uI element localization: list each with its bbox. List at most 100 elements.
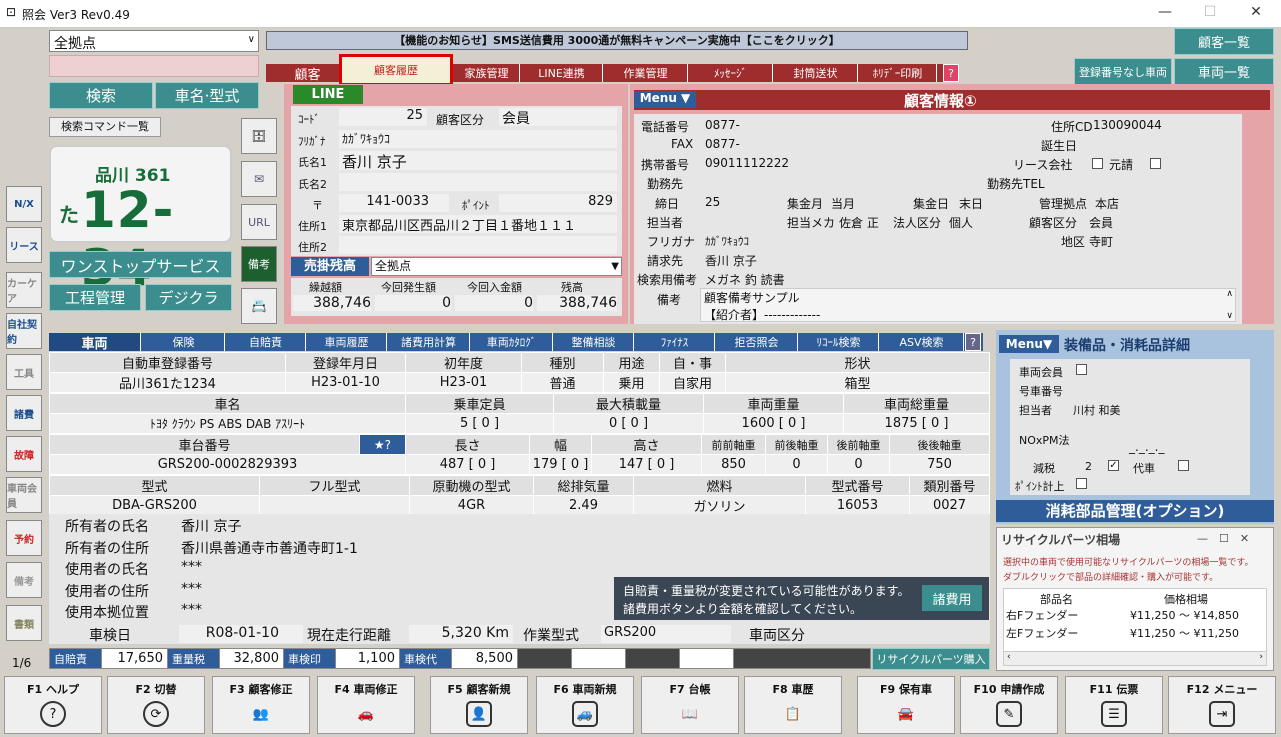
jcd-label: 住所CD (1051, 120, 1093, 134)
scroll-up-icon[interactable]: ∧ (1226, 289, 1233, 299)
tab-customer[interactable]: 顧客 (270, 64, 346, 83)
cinfo-menu-button[interactable]: Menu ▼ (634, 91, 696, 108)
scroll-down-icon[interactable]: ∨ (1226, 311, 1233, 321)
lease-icon[interactable]: リース (6, 227, 42, 263)
mail-icon[interactable]: ✉ (241, 161, 277, 197)
vehicle-help-icon[interactable]: ? (965, 333, 981, 351)
f5-customer-new-button[interactable]: F5 顧客新規 👤 (430, 676, 528, 734)
fees-button[interactable]: 諸費用 (922, 585, 982, 611)
no-reg-vehicle-button[interactable]: 登録番号なし車両 (1074, 58, 1172, 85)
close-button[interactable]: ✕ (1236, 4, 1276, 24)
tab-customer-history[interactable]: 顧客履歴 (339, 54, 453, 86)
tab-recall[interactable]: ﾘｺｰﾙ検索 (799, 333, 879, 351)
tab-holiday[interactable]: ﾎﾘﾃﾞｰ印刷 (859, 64, 937, 82)
help-icon[interactable]: ? (943, 64, 959, 82)
memo-icon[interactable]: 備考 (6, 562, 42, 598)
f8-history-button[interactable]: F8 車歴 📋 (744, 676, 842, 734)
vehicle-member-icon[interactable]: 車両会員 (6, 477, 42, 513)
tab-consult[interactable]: 整備相談 (554, 333, 634, 351)
memo-area[interactable]: 顧客備考サンプル 【紹介者】------------- ∧ ∨ (700, 288, 1236, 322)
tab-family[interactable]: 家族管理 (454, 64, 520, 82)
recycle-window-controls[interactable]: — ☐ ✕ (1197, 530, 1249, 546)
customer-list-button[interactable]: 顧客一覧 (1174, 28, 1274, 55)
fees-icon[interactable]: 諸費 (6, 395, 42, 431)
tab-finance[interactable]: ﾌｧｲﾅｽ (635, 333, 715, 351)
chassis-star-button[interactable]: ★? (359, 434, 406, 455)
own-contract-icon[interactable]: 自社契約 (6, 313, 42, 349)
search-input[interactable] (49, 55, 259, 77)
carcare-icon[interactable]: カーケア (6, 272, 42, 308)
f6-vehicle-new-button[interactable]: F6 車両新規 🚙 (536, 676, 634, 734)
tab-line[interactable]: LINE連携 (521, 64, 603, 82)
f9-owned-car-button[interactable]: F9 保有車 🚘 (857, 676, 955, 734)
notice-banner[interactable]: 【機能のお知らせ】SMS送信費用 3000通が無料キャンペーン実施中【ここをクリ… (266, 31, 968, 50)
recycle-row-part[interactable]: 右Fフェンダー (1006, 607, 1078, 623)
f12-menu-button[interactable]: F12 メニュー ⇥ (1168, 676, 1276, 734)
tab-cost-calc[interactable]: 諸費用計算 (388, 333, 470, 351)
substitute-car-checkbox[interactable] (1178, 460, 1189, 471)
recycle-row-price[interactable]: ¥11,250 ～ ¥14,850 (1130, 607, 1239, 623)
contact-card-icon[interactable]: 📇 (241, 288, 277, 324)
name1-label: 氏名1 (298, 156, 327, 169)
moto-checkbox[interactable] (1150, 158, 1161, 169)
store-select[interactable]: 全拠点 ∨ (49, 30, 259, 52)
code-label: ｺｰﾄﾞ (298, 113, 320, 126)
vehicle-member-checkbox[interactable] (1076, 364, 1087, 375)
bill-value: 香川 京子 (705, 254, 757, 268)
f4-vehicle-edit-button[interactable]: F4 車両修正 🚗 (317, 676, 415, 734)
tool-icon[interactable]: 工具 (6, 354, 42, 390)
tab-message[interactable]: ﾒｯｾｰｼﾞ (689, 64, 773, 82)
folder-icon[interactable]: 書類 (6, 605, 42, 641)
equip-menu-button[interactable]: Menu▼ (999, 335, 1059, 353)
ar-label: 売掛残高 (291, 257, 369, 276)
onestop-button[interactable]: ワンストップサービス (49, 251, 232, 278)
ar-value-carryover: 388,746 (293, 295, 371, 311)
tab-jibai[interactable]: 自賠責 (226, 333, 306, 351)
point-record-checkbox[interactable] (1076, 478, 1087, 489)
ar-value-balance: 388,746 (537, 295, 617, 311)
maximize-button[interactable]: ☐ (1190, 4, 1230, 24)
tab-asv[interactable]: ASV検索 (880, 333, 964, 351)
process-button[interactable]: 工程管理 (49, 284, 141, 311)
parts-management-button[interactable]: 消耗部品管理(オプション) (996, 500, 1274, 522)
tax-reduction-checkbox[interactable]: ✓ (1108, 460, 1119, 471)
database-icon[interactable]: 🗄 (241, 118, 277, 154)
tab-reject[interactable]: 拒否照会 (716, 333, 798, 351)
digicra-button[interactable]: デジクラ (145, 284, 232, 311)
breakdown-icon[interactable]: 故障 (6, 436, 42, 472)
lease-checkbox[interactable] (1092, 158, 1103, 169)
mechanic-value: 佐倉 正 (839, 216, 879, 230)
recycle-purchase-button[interactable]: リサイクルパーツ購入 (872, 648, 990, 670)
weight-value: 1600 [ 0 ] (703, 413, 844, 434)
recycle-row-part[interactable]: 左Fフェンダー (1006, 625, 1078, 641)
nx-icon[interactable]: N/X (6, 186, 42, 222)
vehicle-list-button[interactable]: 車両一覧 (1174, 58, 1274, 85)
f10-application-button[interactable]: F10 申請作成 ✎ (960, 676, 1058, 734)
horizontal-scrollbar[interactable]: ‹ › (1004, 651, 1266, 665)
f11-slip-button[interactable]: F11 伝票 ☰ (1065, 676, 1163, 734)
reservation-icon[interactable]: 予約 (6, 520, 42, 556)
tab-vehicle-history[interactable]: 車両履歴 (307, 333, 387, 351)
f7-ledger-button[interactable]: F7 台帳 📖 (641, 676, 739, 734)
point-label: ﾎﾟｲﾝﾄ (462, 199, 490, 212)
search-button[interactable]: 検索 (49, 82, 153, 109)
tab-work[interactable]: 作業管理 (604, 64, 688, 82)
note-icon[interactable]: 備考 (241, 246, 277, 282)
model-search-button[interactable]: 車名·型式 (155, 82, 259, 109)
tab-envelope[interactable]: 封筒送状 (774, 64, 858, 82)
tab-insurance[interactable]: 保険 (143, 333, 225, 351)
f2-switch-button[interactable]: F2 切替 ⟳ (107, 676, 205, 734)
stamp-label: 車検印 (283, 648, 336, 669)
nox-value: _._._._ (1129, 440, 1165, 454)
ar-store-select[interactable]: 全拠点 ▼ (371, 257, 622, 276)
recycle-row-price[interactable]: ¥11,250 ～ ¥11,250 (1130, 625, 1239, 641)
tab-catalog[interactable]: 車両ｶﾀﾛｸﾞ (471, 333, 553, 351)
f1-help-button[interactable]: F1 ヘルプ? (4, 676, 102, 734)
search-command-list-button[interactable]: 検索コマンド一覧 (49, 117, 161, 137)
url-icon[interactable]: URL (241, 204, 277, 240)
ar-header-issued: 今回発生額 (381, 281, 436, 294)
fr-axle-header: 前後軸重 (765, 434, 828, 455)
tab-vehicle[interactable]: 車両 (49, 333, 141, 352)
minimize-button[interactable]: — (1145, 4, 1185, 24)
f3-customer-edit-button[interactable]: F3 顧客修正 👥 (212, 676, 310, 734)
